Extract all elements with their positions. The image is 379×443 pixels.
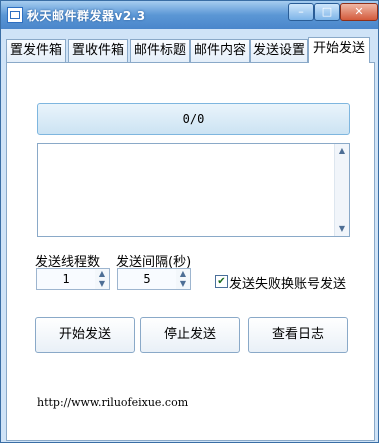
title-bar[interactable]: 秋天邮件群发器v2.3 – □ ✕ <box>1 1 378 29</box>
tab-start-sending[interactable]: 开始发送 <box>308 37 370 63</box>
interval-spinner[interactable]: 5 ▲ ▼ <box>117 268 191 290</box>
progress-bar: 0/0 <box>37 103 350 135</box>
mail-icon <box>7 7 23 23</box>
tab-sender-mailbox[interactable]: 置发件箱 <box>6 39 66 62</box>
failover-label[interactable]: 发送失败换账号发送 <box>229 273 346 292</box>
tab-strip: 置发件箱 置收件箱 邮件标题 邮件内容 发送设置 开始发送 <box>1 37 378 63</box>
tab-mail-subject[interactable]: 邮件标题 <box>130 39 190 62</box>
scroll-up-icon[interactable]: ▲ <box>337 146 347 156</box>
vertical-scrollbar[interactable]: ▲ ▼ <box>334 144 349 236</box>
view-log-button[interactable]: 查看日志 <box>248 317 348 353</box>
maximize-button[interactable]: □ <box>314 3 340 21</box>
stop-send-button[interactable]: 停止发送 <box>140 317 240 353</box>
threads-down-icon[interactable]: ▼ <box>95 279 109 289</box>
main-window: 秋天邮件群发器v2.3 – □ ✕ 置发件箱 置收件箱 邮件标题 邮件内容 发送… <box>0 0 379 443</box>
start-send-button[interactable]: 开始发送 <box>35 317 135 353</box>
log-textarea[interactable]: ▲ ▼ <box>37 143 350 237</box>
minimize-button[interactable]: – <box>288 3 314 21</box>
close-button[interactable]: ✕ <box>340 3 378 21</box>
failover-checkbox[interactable]: ✔ <box>215 275 228 288</box>
interval-up-icon[interactable]: ▲ <box>176 269 190 279</box>
threads-value[interactable]: 1 <box>37 269 95 289</box>
threads-up-icon[interactable]: ▲ <box>95 269 109 279</box>
tab-send-settings[interactable]: 发送设置 <box>250 39 308 62</box>
threads-spinner[interactable]: 1 ▲ ▼ <box>36 268 110 290</box>
interval-value[interactable]: 5 <box>118 269 176 289</box>
interval-down-icon[interactable]: ▼ <box>176 279 190 289</box>
website-url: http://www.riluofeixue.com <box>37 396 189 409</box>
tab-mail-content[interactable]: 邮件内容 <box>190 39 250 62</box>
window-title: 秋天邮件群发器v2.3 <box>27 9 146 23</box>
tab-recipient-mailbox[interactable]: 置收件箱 <box>68 39 128 62</box>
tab-panel: 0/0 ▲ ▼ 发送线程数 1 ▲ ▼ 发送间隔(秒) 5 ▲ ▼ ✔ 发送失败… <box>6 62 375 441</box>
scroll-down-icon[interactable]: ▼ <box>337 224 347 234</box>
